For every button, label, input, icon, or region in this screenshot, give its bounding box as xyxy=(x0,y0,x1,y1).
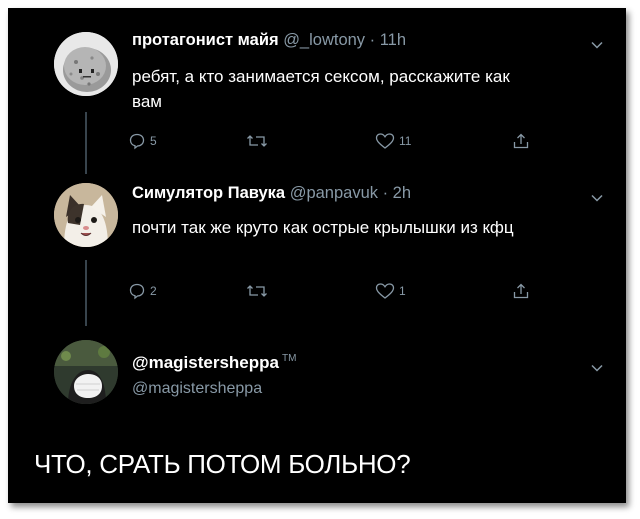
tweet-header: протагонист майя @_lowtony · 11h xyxy=(132,31,406,50)
reply-button[interactable]: 5 xyxy=(128,130,157,152)
reply-button[interactable]: 2 xyxy=(128,280,157,302)
like-button[interactable]: 1 xyxy=(375,280,406,302)
share-icon xyxy=(513,133,529,149)
share-button[interactable] xyxy=(512,130,530,152)
handle-and-time[interactable]: @panpavuk · 2h xyxy=(290,184,411,202)
like-count: 1 xyxy=(399,284,406,298)
reply-display-name[interactable]: @magistersheppa TM xyxy=(132,353,296,373)
chevron-down-icon[interactable] xyxy=(590,38,604,52)
tweet-actions: 5 11 xyxy=(128,130,548,152)
reply-tweet-text: ЧТО, СРАТЬ ПОТОМ БОЛЬНО? xyxy=(34,449,411,479)
retweet-button[interactable] xyxy=(246,130,272,152)
retweet-button[interactable] xyxy=(246,280,272,302)
chevron-down-icon[interactable] xyxy=(590,191,604,205)
heart-icon xyxy=(375,283,395,299)
thread-line xyxy=(85,260,87,326)
heart-icon xyxy=(375,133,395,149)
avatar[interactable] xyxy=(54,32,118,96)
tweet-text: почти так же круто как острые крылышки и… xyxy=(132,218,514,237)
display-name[interactable]: протагонист майя xyxy=(132,31,279,49)
display-name[interactable]: Симулятор Павука xyxy=(132,184,285,202)
share-icon xyxy=(513,283,529,299)
chevron-down-icon[interactable] xyxy=(590,361,604,375)
reply-count: 2 xyxy=(150,284,157,298)
like-button[interactable]: 11 xyxy=(375,130,411,152)
display-name: @magistersheppa xyxy=(132,353,279,372)
tweet-screenshot-frame: протагонист майя @_lowtony · 11h ребят, … xyxy=(8,8,626,503)
avatar[interactable] xyxy=(54,340,118,404)
like-count: 11 xyxy=(399,134,412,148)
tweet-text: ребят, а кто занимается сексом, расскажи… xyxy=(132,67,510,111)
reply-handle[interactable]: @magistersheppa xyxy=(132,380,262,398)
tweet-actions: 2 1 xyxy=(128,280,548,302)
thread-line xyxy=(85,112,87,174)
reply-icon xyxy=(129,133,145,150)
avatar-masked-person-image xyxy=(54,340,118,404)
avatar-cat-image xyxy=(54,183,118,247)
reply-count: 5 xyxy=(150,134,157,148)
avatar[interactable] xyxy=(54,183,118,247)
retweet-icon xyxy=(247,135,267,147)
tweet-header: Симулятор Павука @panpavuk · 2h xyxy=(132,184,411,203)
trademark-mark: TM xyxy=(281,353,297,365)
reply-icon xyxy=(129,283,145,300)
retweet-icon xyxy=(247,285,267,297)
handle-and-time[interactable]: @_lowtony · 11h xyxy=(283,31,406,49)
avatar-rock-image xyxy=(54,32,118,96)
share-button[interactable] xyxy=(512,280,530,302)
